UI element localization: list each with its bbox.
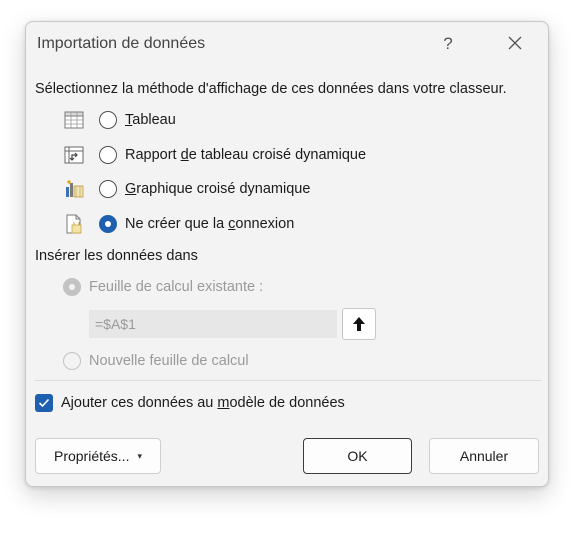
new-sheet-label: Nouvelle feuille de calcul [89,353,249,369]
arrow-up-icon [353,317,365,331]
radio-table[interactable] [99,111,117,129]
properties-button[interactable]: Propriétés... ▾ [35,438,161,474]
option-existing-sheet[interactable]: Feuille de calcul existante : [63,275,263,299]
properties-button-label: Propriétés... [53,448,130,464]
insert-data-label: Insérer les données dans [35,248,198,264]
option-new-sheet[interactable]: Nouvelle feuille de calcul [63,349,249,373]
help-button[interactable]: ? [436,32,460,56]
connection-only-icon [64,214,84,234]
option-pivot-chart[interactable]: Graphique croisé dynamique [64,177,310,201]
title-bar: Importation de données ? [26,22,548,66]
radio-connection-only[interactable] [99,215,117,233]
dropdown-caret-icon: ▾ [137,450,142,461]
pivot-chart-icon [64,179,84,199]
checkmark-icon [38,398,50,408]
option-pivot-chart-label: Graphique croisé dynamique [125,181,311,197]
close-button[interactable] [502,30,528,56]
option-pivot-table[interactable]: Rapport de tableau croisé dynamique [64,143,366,167]
radio-existing-sheet[interactable] [63,278,81,296]
option-connection-only[interactable]: Ne créer que la connexion [64,212,294,236]
option-table[interactable]: Tableau [64,108,176,132]
table-icon [64,110,84,130]
checkbox-box[interactable] [35,394,53,412]
radio-pivot-chart[interactable] [99,180,117,198]
pivot-table-icon [64,145,84,165]
existing-sheet-label: Feuille de calcul existante : [89,279,264,295]
option-table-label: Tableau [125,112,176,128]
import-data-dialog: Importation de données ? Sélectionnez la… [25,21,549,487]
collapse-dialog-button[interactable] [342,308,376,340]
radio-new-sheet[interactable] [63,352,81,370]
add-to-data-model-label: Ajouter ces données au modèle de données [61,395,345,411]
close-icon [508,36,522,50]
add-to-data-model-checkbox[interactable]: Ajouter ces données au modèle de données [35,392,345,414]
display-method-prompt: Sélectionnez la méthode d'affichage de c… [35,81,507,97]
option-connection-only-label: Ne créer que la connexion [125,216,295,232]
section-divider [35,380,541,381]
cell-reference-input[interactable]: =$A$1 [89,310,337,338]
dialog-title: Importation de données [37,35,206,52]
radio-pivot-table[interactable] [99,146,117,164]
ok-button[interactable]: OK [303,438,412,474]
cancel-button[interactable]: Annuler [429,438,539,474]
option-pivot-table-label: Rapport de tableau croisé dynamique [125,147,367,163]
